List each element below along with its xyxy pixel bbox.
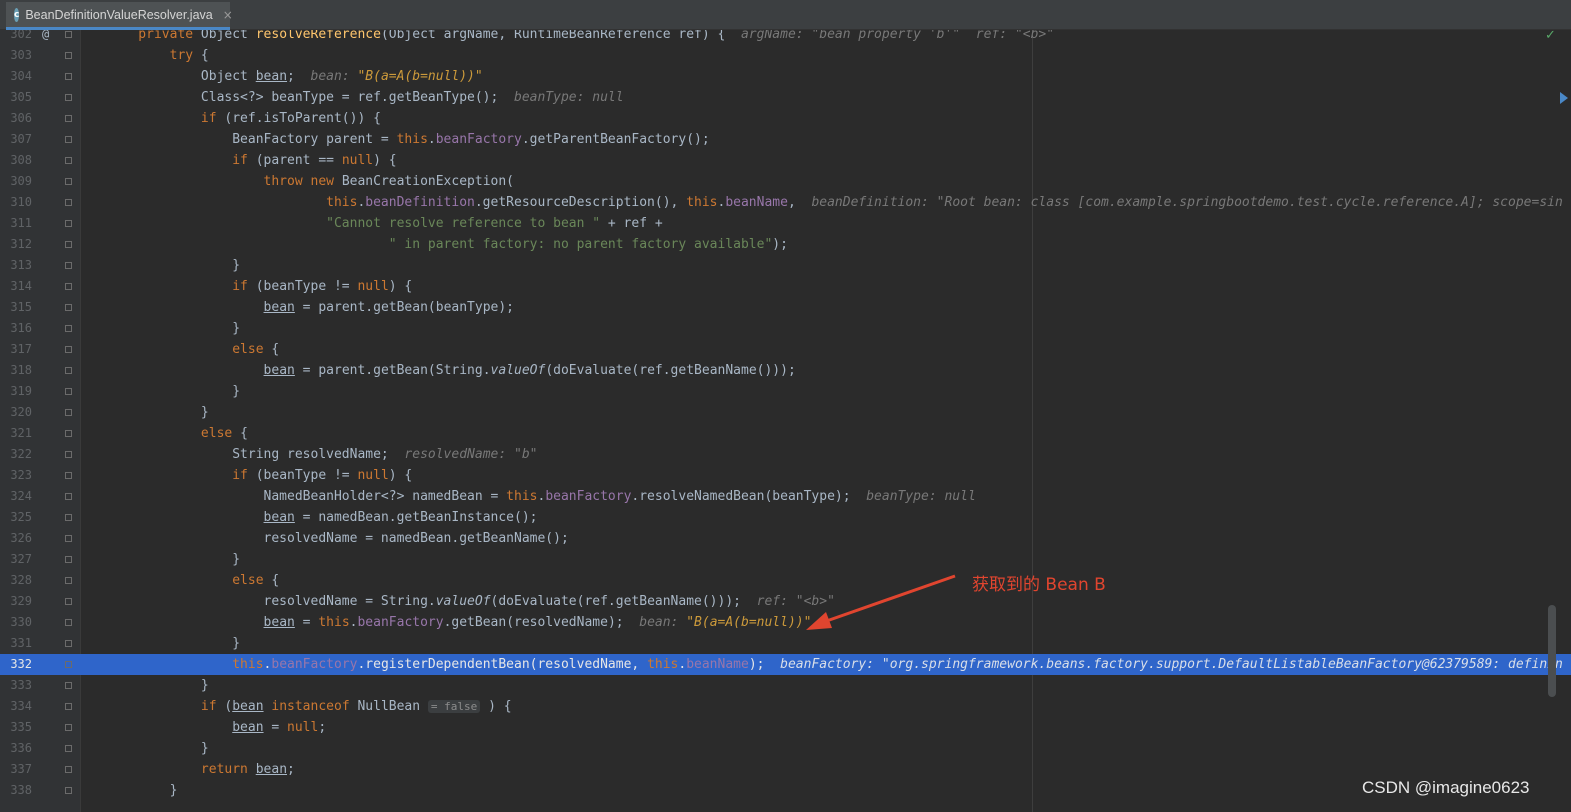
watermark: CSDN @imagine0623	[1362, 778, 1530, 797]
annotation-arrow	[806, 574, 956, 630]
annotation-text: 获取到的 Bean B	[972, 575, 1106, 595]
